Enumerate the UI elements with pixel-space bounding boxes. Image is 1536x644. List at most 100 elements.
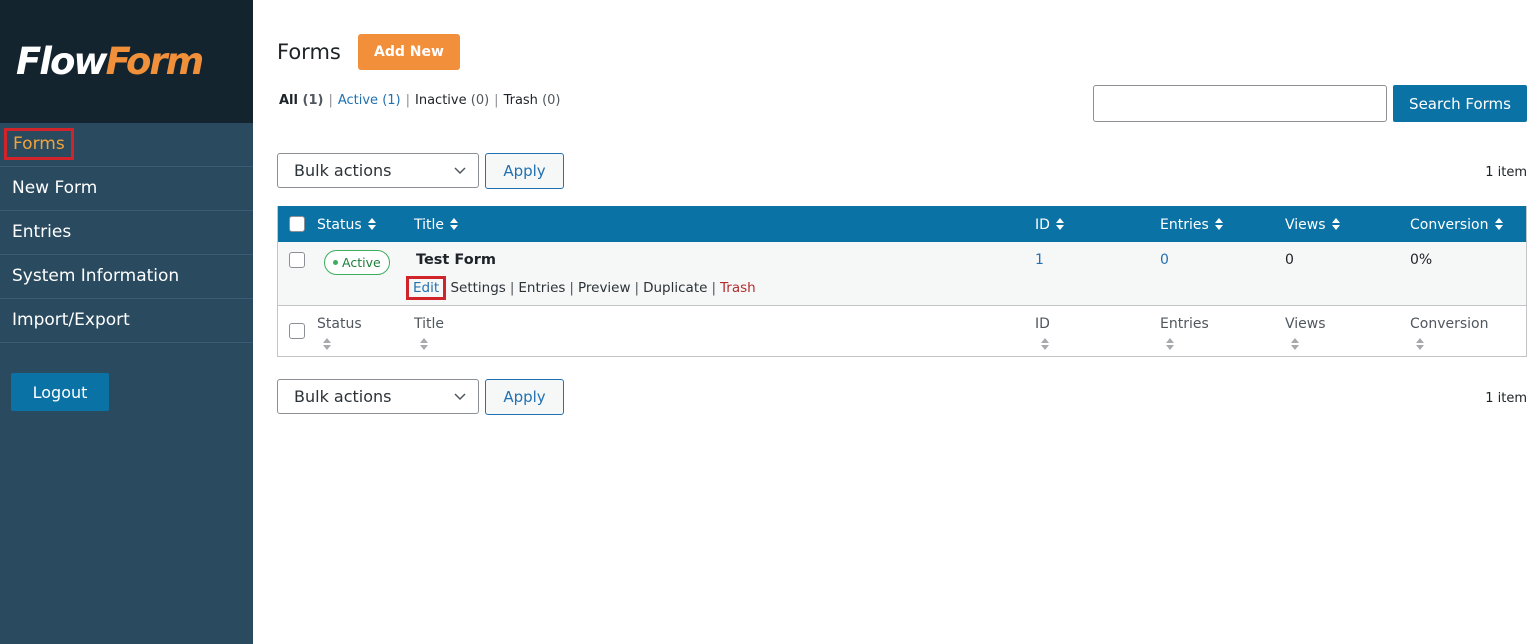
action-separator: |	[634, 280, 640, 296]
duplicate-link[interactable]: Duplicate	[643, 280, 707, 296]
sidebar-item-entries[interactable]: Entries	[0, 211, 253, 255]
logo-text-flow: Flow	[16, 40, 108, 83]
action-separator: |	[509, 280, 515, 296]
sidebar-item-label: New Form	[12, 178, 98, 198]
action-separator: |	[711, 280, 716, 296]
filter-inactive[interactable]: Inactive (0)	[415, 93, 489, 108]
filter-active[interactable]: Active (1)	[338, 93, 401, 108]
add-new-button[interactable]: Add New	[358, 34, 460, 70]
chevron-down-icon	[454, 154, 466, 200]
column-label: Title	[414, 316, 445, 332]
sidebar-item-label: System Information	[12, 266, 180, 286]
sort-icon	[1214, 216, 1223, 232]
status-filters: All (1) | Active (1) | Inactive (0) | Trash (0…	[279, 93, 560, 108]
sidebar-item-new-form[interactable]: New Form	[0, 167, 253, 211]
column-header-views[interactable]: Views	[1285, 216, 1340, 233]
status-badge-label: Active	[342, 255, 381, 270]
filter-all[interactable]: All (1)	[279, 93, 323, 108]
bulk-actions-value: Bulk actions	[294, 161, 392, 180]
sort-icon	[1494, 216, 1503, 232]
column-footer-title[interactable]: Title	[414, 316, 444, 356]
sidebar-nav: Forms New Form Entries System Informatio…	[0, 123, 253, 343]
column-label: Views	[1285, 316, 1326, 332]
items-count-bottom: 1 item	[1485, 391, 1527, 406]
filter-trash-label: Trash	[503, 93, 538, 108]
form-title-link[interactable]: Test Form	[416, 252, 496, 268]
sort-icon	[1291, 336, 1299, 356]
main-content: Forms Add New All (1) | Active (1) | Inactiv…	[277, 0, 1527, 644]
filter-trash-count: (0)	[542, 93, 561, 108]
bulk-actions-value: Bulk actions	[294, 387, 392, 406]
preview-link[interactable]: Preview	[578, 280, 631, 296]
filter-inactive-count: (0)	[470, 93, 490, 108]
filter-all-count: (1)	[302, 93, 324, 108]
apply-button-bottom[interactable]: Apply	[485, 379, 564, 415]
sidebar-item-label: Forms	[4, 128, 74, 160]
logout-button[interactable]: Logout	[11, 373, 109, 411]
column-label: Entries	[1160, 316, 1209, 332]
column-header-entries[interactable]: Entries	[1160, 216, 1223, 233]
column-header-conversion[interactable]: Conversion	[1410, 216, 1503, 233]
page-title: Forms	[277, 40, 341, 64]
sort-icon	[1416, 336, 1424, 356]
column-footer-views[interactable]: Views	[1285, 316, 1326, 356]
filter-separator: |	[494, 93, 499, 108]
sidebar-item-forms[interactable]: Forms	[0, 123, 253, 167]
search-input[interactable]	[1093, 85, 1387, 122]
filter-all-label: All	[279, 93, 298, 108]
column-header-title[interactable]: Title	[414, 216, 459, 233]
table-footer: Status Title ID Entries Views Conversion	[278, 305, 1526, 356]
column-label: ID	[1035, 217, 1050, 233]
settings-link[interactable]: Settings	[450, 280, 505, 296]
sidebar-item-label: Entries	[12, 222, 72, 242]
column-footer-status[interactable]: Status	[317, 316, 362, 356]
column-label: Views	[1285, 217, 1326, 233]
column-footer-id[interactable]: ID	[1035, 316, 1050, 356]
bulk-actions-select-bottom[interactable]: Bulk actions	[277, 379, 479, 414]
entries-link[interactable]: Entries	[518, 280, 565, 296]
column-footer-entries[interactable]: Entries	[1160, 316, 1209, 356]
cell-views: 0	[1285, 252, 1294, 268]
action-separator: |	[569, 280, 574, 296]
row-checkbox[interactable]	[289, 252, 305, 268]
filter-inactive-label: Inactive	[415, 93, 467, 108]
select-all-checkbox[interactable]	[289, 216, 305, 232]
apply-button-top[interactable]: Apply	[485, 153, 564, 189]
select-all-checkbox-footer[interactable]	[289, 323, 305, 339]
sort-icon	[367, 216, 376, 232]
column-label: Status	[317, 316, 362, 332]
sort-icon	[323, 336, 331, 356]
edit-link[interactable]: Edit	[406, 276, 447, 300]
filter-separator: |	[328, 93, 333, 108]
sort-icon	[1166, 336, 1174, 356]
items-count-top: 1 item	[1485, 165, 1527, 180]
logo-area: FlowForm	[0, 0, 253, 123]
sidebar-item-import-export[interactable]: Import/Export	[0, 299, 253, 343]
sort-icon	[450, 216, 459, 232]
column-footer-conversion[interactable]: Conversion	[1410, 316, 1489, 356]
sidebar: FlowForm Forms New Form Entries System I…	[0, 0, 253, 644]
column-label: ID	[1035, 316, 1050, 332]
forms-table: Status Title ID Entries Views Conversion…	[277, 206, 1527, 357]
status-dot-icon	[333, 260, 338, 265]
flowform-logo[interactable]: FlowForm	[16, 40, 205, 83]
row-actions: Edit Settings | Entries | Preview | Duplicate |…	[406, 276, 756, 300]
trash-link[interactable]: Trash	[720, 280, 756, 296]
table-header: Status Title ID Entries Views Conversion	[278, 206, 1526, 242]
filter-separator: |	[405, 93, 411, 108]
search-forms-button[interactable]: Search Forms	[1393, 85, 1527, 122]
filter-active-count: (1)	[382, 93, 401, 108]
column-header-status[interactable]: Status	[317, 216, 376, 233]
sidebar-item-system-information[interactable]: System Information	[0, 255, 253, 299]
filter-trash[interactable]: Trash (0)	[504, 93, 561, 108]
sort-icon	[420, 336, 428, 356]
logo-text-form: Form	[105, 40, 205, 83]
sort-icon	[1055, 216, 1064, 232]
cell-entries[interactable]: 0	[1160, 252, 1169, 268]
column-header-id[interactable]: ID	[1035, 216, 1064, 233]
bulk-actions-select-top[interactable]: Bulk actions	[277, 153, 479, 188]
cell-conversion: 0%	[1410, 252, 1433, 268]
column-label: Conversion	[1410, 217, 1489, 233]
sort-icon	[1041, 336, 1049, 356]
filter-active-label: Active	[337, 93, 379, 108]
